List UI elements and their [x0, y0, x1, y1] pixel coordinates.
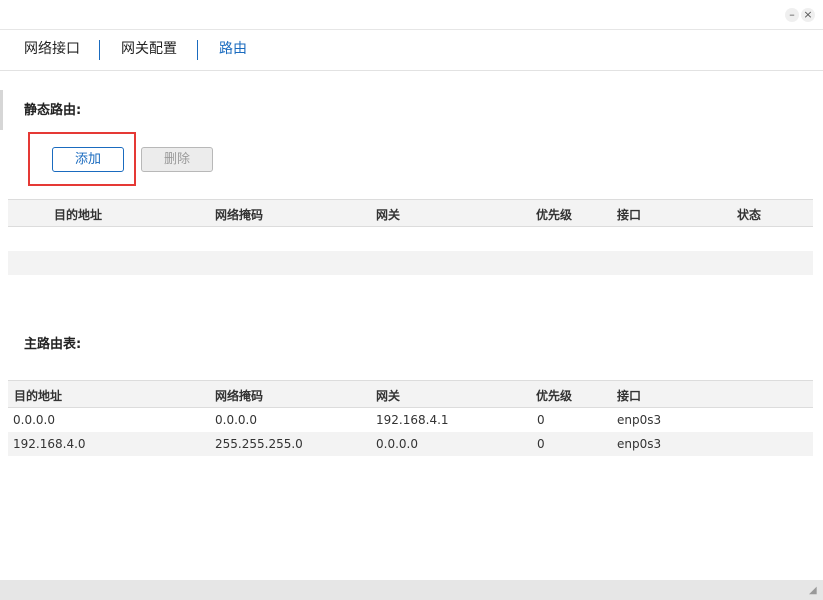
cell-gateway: 0.0.0.0 [376, 437, 418, 451]
scroll-indicator [0, 90, 3, 130]
column-header[interactable]: 目的地址 [14, 387, 62, 404]
main-route-title: 主路由表: [24, 337, 82, 352]
delete-button[interactable]: 删除 [141, 147, 213, 172]
column-header[interactable]: 网络掩码 [215, 206, 263, 223]
column-header[interactable]: 网关 [376, 387, 400, 404]
static-route-title: 静态路由: [24, 103, 82, 118]
cell-priority: 0 [537, 437, 545, 451]
cell-destination: 192.168.4.0 [13, 437, 86, 451]
window-titlebar: – × [0, 0, 823, 30]
cell-netmask: 0.0.0.0 [215, 413, 257, 427]
column-header[interactable]: 接口 [617, 387, 641, 404]
table-row[interactable]: 0.0.0.0 0.0.0.0 192.168.4.1 0 enp0s3 [8, 408, 813, 432]
tab-route[interactable]: 路由 [219, 40, 247, 58]
status-bar: ◢ [0, 580, 823, 600]
column-header[interactable]: 网关 [376, 206, 400, 223]
tab-gateway-config[interactable]: 网关配置 [121, 40, 177, 58]
cell-netmask: 255.255.255.0 [215, 437, 303, 451]
main-route-table: 目的地址 网络掩码 网关 优先级 接口 0.0.0.0 0.0.0.0 192.… [8, 380, 813, 456]
column-header[interactable]: 优先级 [536, 387, 572, 404]
column-header[interactable]: 网络掩码 [215, 387, 263, 404]
table-row[interactable]: 192.168.4.0 255.255.255.0 0.0.0.0 0 enp0… [8, 432, 813, 456]
minimize-icon[interactable]: – [785, 8, 799, 22]
column-header[interactable]: 接口 [617, 206, 641, 223]
cell-gateway: 192.168.4.1 [376, 413, 449, 427]
table-header: 目的地址 网络掩码 网关 优先级 接口 [8, 380, 813, 408]
column-header[interactable]: 优先级 [536, 206, 572, 223]
add-button[interactable]: 添加 [52, 147, 124, 172]
table-header: 目的地址 网络掩码 网关 优先级 接口 状态 [8, 199, 813, 227]
cell-interface: enp0s3 [617, 413, 662, 427]
close-icon[interactable]: × [801, 8, 815, 22]
tab-divider [197, 40, 198, 60]
table-row-empty [8, 227, 813, 251]
cell-interface: enp0s3 [617, 437, 662, 451]
tab-network-interface[interactable]: 网络接口 [24, 40, 80, 58]
cell-destination: 0.0.0.0 [13, 413, 55, 427]
resize-handle-icon[interactable]: ◢ [809, 586, 819, 596]
static-route-table: 目的地址 网络掩码 网关 优先级 接口 状态 [8, 199, 813, 275]
cell-priority: 0 [537, 413, 545, 427]
table-row-empty [8, 251, 813, 275]
tab-bar: 网络接口 网关配置 路由 [0, 30, 823, 71]
column-header[interactable]: 目的地址 [54, 206, 102, 223]
column-header[interactable]: 状态 [737, 206, 761, 223]
tab-divider [99, 40, 100, 60]
